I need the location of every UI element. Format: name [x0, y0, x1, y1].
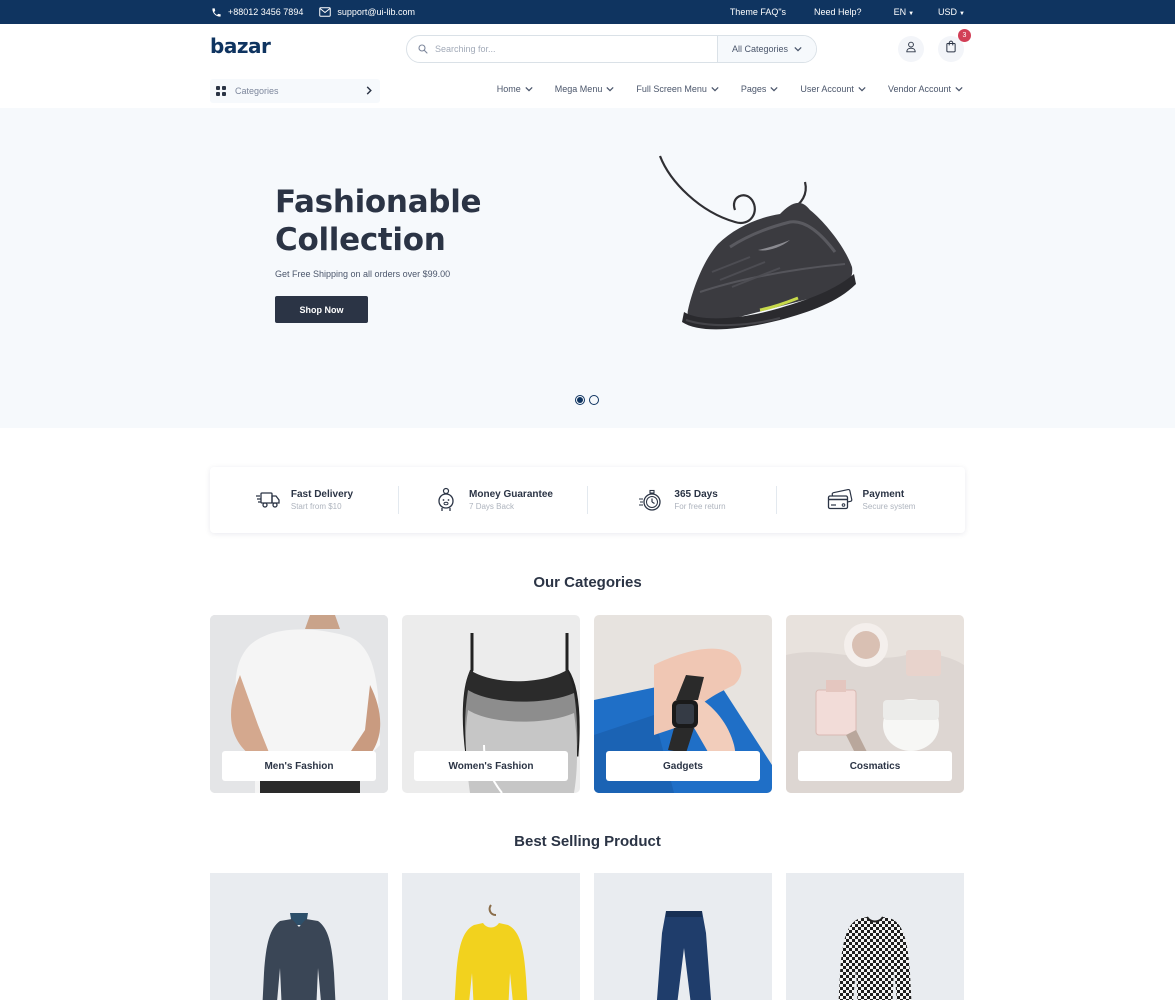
nav-item-vendor-account[interactable]: Vendor Account: [888, 84, 963, 94]
product-card[interactable]: [402, 873, 580, 1000]
nav-item-home[interactable]: Home: [497, 84, 533, 94]
nav-item-user-account[interactable]: User Account: [800, 84, 866, 94]
category-label: Women's Fashion: [414, 751, 568, 781]
categories-label: Categories: [235, 86, 279, 96]
search-bar: All Categories: [406, 35, 817, 63]
truck-icon: [255, 487, 281, 513]
search-category-label: All Categories: [731, 44, 789, 54]
chevron-down-icon: [858, 84, 866, 94]
sweater-navy-image: [262, 913, 336, 1000]
hero-title: Fashionable Collection: [275, 183, 482, 259]
chevron-down-icon: ▼: [959, 11, 965, 17]
chevron-down-icon: [606, 84, 614, 94]
chevron-down-icon: ▼: [908, 11, 915, 17]
phone-icon: [210, 6, 222, 18]
service-title: Money Guarantee: [469, 488, 553, 500]
category-card-womens-fashion[interactable]: Women's Fashion: [402, 615, 580, 793]
product-card[interactable]: [210, 873, 388, 1000]
stopwatch-icon: [638, 487, 664, 513]
service-title: 365 Days: [674, 488, 718, 500]
service-title: Fast Delivery: [290, 488, 354, 500]
search-input[interactable]: [435, 36, 717, 62]
chevron-down-icon: [525, 84, 533, 94]
need-help-link[interactable]: Need Help?: [814, 7, 862, 17]
chevron-down-icon: [794, 44, 802, 54]
product-card[interactable]: [786, 873, 964, 1000]
sweater-houndstooth-image: [838, 916, 912, 1000]
service-payment: Payment Secure system: [776, 486, 965, 514]
service-subtitle: Secure system: [862, 501, 916, 511]
user-icon: [905, 40, 917, 58]
search-icon: [411, 44, 435, 54]
main-nav: Home Mega Menu Full Screen Menu Pages Us…: [497, 84, 963, 94]
category-label: Cosmatics: [798, 751, 952, 781]
nav-label: Home: [496, 84, 521, 94]
nav-item-mega-menu[interactable]: Mega Menu: [555, 84, 615, 94]
mail-icon: [319, 6, 332, 18]
email-contact[interactable]: support@ui-lib.com: [319, 6, 415, 18]
carousel-dot[interactable]: [589, 395, 599, 405]
currency-value: USD: [938, 7, 958, 17]
shop-now-button[interactable]: Shop Now: [275, 296, 368, 323]
credit-card-icon: [827, 487, 853, 513]
best-selling-section-title: Best Selling Product: [514, 833, 661, 850]
service-subtitle: For free return: [674, 501, 726, 511]
shopping-bag-icon: [945, 40, 957, 58]
nav-label: User Account: [800, 84, 854, 94]
categories-button[interactable]: Categories: [210, 79, 380, 103]
nav-item-full-screen-menu[interactable]: Full Screen Menu: [636, 84, 719, 94]
category-card-mens-fashion[interactable]: Men's Fashion: [210, 615, 388, 793]
phone-number: +88012 3456 7894: [228, 7, 304, 17]
category-label: Gadgets: [606, 751, 760, 781]
category-card-cosmatics[interactable]: Cosmatics: [786, 615, 964, 793]
theme-faq-link[interactable]: Theme FAQ"s: [730, 7, 786, 17]
language-value: EN: [893, 7, 907, 17]
category-card-gadgets[interactable]: Gadgets: [594, 615, 772, 793]
product-card[interactable]: [594, 873, 772, 1000]
carousel-dots: [575, 395, 599, 405]
currency-select[interactable]: USD ▼: [938, 7, 965, 17]
email-address: support@ui-lib.com: [337, 7, 415, 17]
carousel-dot[interactable]: [575, 395, 585, 405]
search-category-dropdown[interactable]: All Categories: [717, 36, 816, 62]
nav-label: Pages: [740, 84, 767, 94]
grid-icon: [216, 85, 227, 97]
logo[interactable]: bazar: [210, 34, 271, 58]
nav-label: Vendor Account: [887, 84, 951, 94]
service-money-guarantee: Money Guarantee 7 Days Back: [398, 486, 587, 514]
service-title: Payment: [862, 488, 905, 500]
chevron-down-icon: [955, 84, 963, 94]
categories-section-title: Our Categories: [533, 574, 642, 591]
chevron-down-icon: [770, 84, 779, 94]
cart-count-badge: 3: [958, 29, 971, 42]
piggy-bank-icon: [433, 487, 459, 513]
service-365-days: 365 Days For free return: [587, 486, 776, 514]
nav-label: Full Screen Menu: [636, 84, 707, 94]
service-fast-delivery: Fast Delivery Start from $10: [210, 486, 398, 514]
nav-item-pages[interactable]: Pages: [741, 84, 779, 94]
service-subtitle: Start from $10: [290, 501, 342, 511]
jeans-image: [656, 911, 712, 1000]
service-subtitle: 7 Days Back: [469, 501, 514, 511]
hero-subtitle: Get Free Shipping on all orders over $99…: [275, 269, 451, 279]
hero-carousel: Fashionable Collection Get Free Shipping…: [0, 108, 1175, 428]
chevron-right-icon: [366, 85, 372, 97]
phone-contact[interactable]: +88012 3456 7894: [210, 6, 303, 18]
hero-title-line-2: Collection: [275, 222, 446, 258]
category-label: Men's Fashion: [222, 751, 376, 781]
chevron-down-icon: [711, 84, 719, 94]
hero-title-line-1: Fashionable: [275, 184, 482, 220]
sweater-yellow-image: [454, 904, 528, 1000]
user-account-button[interactable]: [898, 36, 924, 62]
services-bar: Fast Delivery Start from $10 Money Guara…: [210, 467, 965, 533]
language-select[interactable]: EN ▼: [894, 7, 914, 17]
nav-label: Mega Menu: [554, 84, 603, 94]
sneaker-image: [658, 155, 856, 330]
top-bar: +88012 3456 7894 support@ui-lib.com Them…: [0, 0, 1175, 24]
